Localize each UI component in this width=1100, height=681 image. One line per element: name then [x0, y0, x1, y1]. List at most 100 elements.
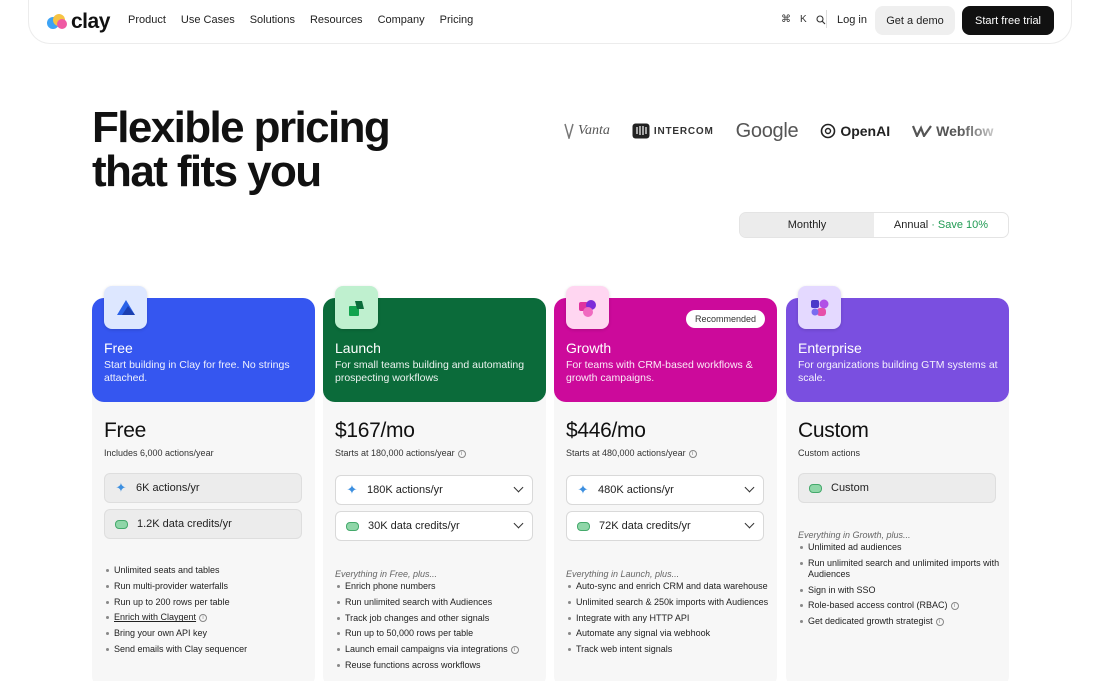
vanta-icon: [564, 123, 574, 139]
command-key: ⌘: [781, 14, 791, 25]
list-item: Send emails with Clay sequencer: [104, 644, 309, 655]
list-item: Reuse functions across workflows: [335, 660, 540, 671]
plan-header: Free Start building in Clay for free. No…: [92, 286, 315, 402]
coins-icon: [577, 521, 590, 531]
actions-dropdown[interactable]: ✦ 480K actions/yr: [566, 475, 764, 505]
title-line-2: that fits you: [92, 147, 322, 196]
nav-link-company[interactable]: Company: [378, 14, 425, 26]
list-item: Run multi-provider waterfalls: [104, 581, 309, 592]
chevron-down-icon: [513, 518, 524, 529]
claygent-link[interactable]: Enrich with Claygent: [114, 612, 196, 622]
annual-label: Annual: [893, 219, 929, 231]
billing-toggle: Monthly Annual · Save 10%: [739, 212, 1009, 238]
list-item: Get dedicated growth strategist i: [798, 616, 1003, 627]
plan-description: For teams with CRM-based workflows & gro…: [566, 359, 753, 384]
plan-price: $167/mo: [335, 419, 415, 442]
list-item: Run up to 50,000 rows per table: [335, 628, 540, 639]
webflow-icon: [912, 125, 933, 137]
annual-option[interactable]: Annual · Save 10%: [874, 213, 1008, 237]
blocks-icon: [335, 286, 378, 329]
plan-price: Free: [104, 419, 146, 442]
list-item: Auto-sync and enrich CRM and data wareho…: [566, 581, 771, 592]
info-icon[interactable]: i: [510, 645, 519, 654]
plan-price: Custom: [798, 419, 869, 442]
actions-dropdown[interactable]: ✦ 180K actions/yr: [335, 475, 533, 505]
nav-link-solutions[interactable]: Solutions: [250, 14, 295, 26]
list-item: Integrate with any HTTP API: [566, 613, 771, 624]
page-title: Flexible pricing that fits you: [92, 106, 432, 194]
plan-header: Enterprise For organizations building GT…: [786, 286, 1009, 402]
credits-display: 1.2K data credits/yr: [104, 509, 302, 539]
feature-list: Unlimited ad audiences Run unlimited sea…: [798, 542, 1003, 632]
plan-description: Start building in Clay for free. No stri…: [104, 359, 290, 384]
logos-fade: [960, 114, 1010, 146]
list-item: Automate any signal via webhook: [566, 628, 771, 639]
plan-price-subtitle: Starts at 480,000 actions/year i: [566, 448, 697, 458]
credits-dropdown[interactable]: 72K data credits/yr: [566, 511, 764, 541]
plan-card-growth: Recommended Growth For teams with CRM-ba…: [554, 286, 777, 681]
list-item: Run unlimited search with Audiences: [335, 597, 540, 608]
feature-list: Auto-sync and enrich CRM and data wareho…: [566, 581, 771, 660]
nav-link-resources[interactable]: Resources: [310, 14, 363, 26]
list-item: Unlimited ad audiences: [798, 542, 1003, 553]
nav-link-use-cases[interactable]: Use Cases: [181, 14, 235, 26]
plan-description: For organizations building GTM systems a…: [798, 359, 998, 384]
chevron-down-icon: [744, 518, 755, 529]
info-icon[interactable]: i: [935, 617, 944, 626]
openai-icon: [821, 123, 836, 139]
plan-price-subtitle: Starts at 180,000 actions/year i: [335, 448, 466, 458]
sparkle-icon: ✦: [115, 480, 127, 495]
plan-name: Launch: [335, 340, 381, 356]
clay-logo-icon: [47, 13, 69, 31]
info-icon[interactable]: i: [457, 449, 466, 458]
plan-price-subtitle: Custom actions: [798, 448, 861, 458]
list-item: Track web intent signals: [566, 644, 771, 655]
list-item: Enrich with Claygent i: [104, 612, 309, 623]
features-intro: Everything in Growth, plus...: [798, 530, 911, 540]
intercom-logo: INTERCOM: [632, 123, 714, 139]
info-icon[interactable]: i: [199, 614, 208, 623]
plan-header: Recommended Growth For teams with CRM-ba…: [554, 286, 777, 402]
clay-logo[interactable]: clay: [47, 10, 110, 34]
login-link[interactable]: Log in: [837, 14, 867, 26]
plan-header: Launch For small teams building and auto…: [323, 286, 546, 402]
nav-link-product[interactable]: Product: [128, 14, 166, 26]
plan-name: Growth: [566, 340, 612, 356]
start-trial-button[interactable]: Start free trial: [962, 6, 1054, 35]
feature-list: Unlimited seats and tables Run multi-pro…: [104, 565, 309, 660]
credits-dropdown[interactable]: 30K data credits/yr: [335, 511, 533, 541]
list-item: Unlimited seats and tables: [104, 565, 309, 576]
vanta-logo: Vanta: [564, 123, 610, 139]
top-navbar: clay Product Use Cases Solutions Resourc…: [28, 0, 1072, 44]
features-intro: Everything in Free, plus...: [335, 569, 438, 579]
annual-savings: · Save 10%: [931, 219, 989, 231]
nav-link-pricing[interactable]: Pricing: [440, 14, 474, 26]
plan-price: $446/mo: [566, 419, 646, 442]
chevron-down-icon: [513, 482, 524, 493]
nav-links: Product Use Cases Solutions Resources Co…: [128, 14, 473, 26]
plan-name: Enterprise: [798, 340, 862, 356]
k-key: K: [800, 14, 807, 25]
intercom-icon: [632, 123, 650, 139]
recommended-badge: Recommended: [685, 310, 765, 328]
coins-icon: [115, 519, 128, 529]
title-line-1: Flexible pricing: [92, 103, 391, 152]
plan-card-enterprise: Enterprise For organizations building GT…: [786, 286, 1009, 681]
mountain-icon: [104, 286, 147, 329]
plan-name: Free: [104, 340, 133, 356]
monthly-option[interactable]: Monthly: [740, 213, 874, 237]
get-demo-button[interactable]: Get a demo: [875, 6, 955, 35]
features-intro: Everything in Launch, plus...: [566, 569, 680, 579]
chevron-down-icon: [744, 482, 755, 493]
info-icon[interactable]: i: [950, 602, 959, 611]
plan-price-subtitle: Includes 6,000 actions/year: [104, 448, 214, 458]
info-icon[interactable]: i: [688, 449, 697, 458]
list-item: Launch email campaigns via integrations i: [335, 644, 540, 655]
openai-logo: OpenAI: [820, 123, 890, 139]
search-shortcut[interactable]: ⌘ K: [781, 14, 826, 25]
actions-display: ✦ 6K actions/yr: [104, 473, 302, 503]
search-icon: [816, 14, 826, 24]
list-item: Run unlimited search and unlimited impor…: [798, 558, 1003, 580]
nav-divider: [826, 10, 827, 28]
coins-icon: [346, 521, 359, 531]
